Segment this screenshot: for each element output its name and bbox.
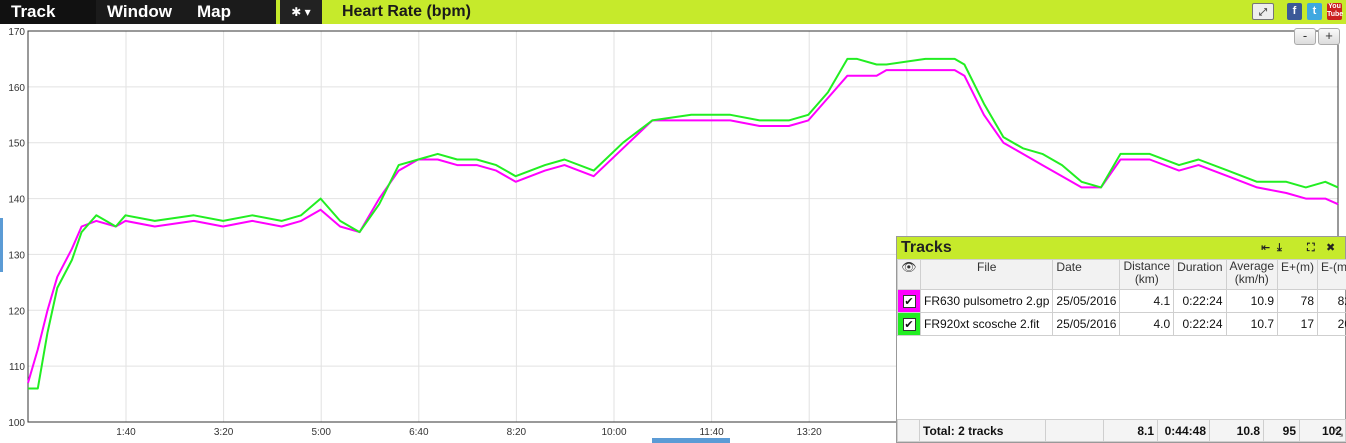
chart-title: Heart Rate (bpm) [342,3,471,20]
track-color-swatch[interactable]: ✔ [897,289,921,313]
top-toolbar: Track Window Map ✱ ▾ Heart Rate (bpm) ⤢ … [0,0,1346,24]
y-tick-label: 140 [8,195,25,206]
track-file: FR920xt scosche 2.fit [919,312,1054,336]
collapse-left-icon[interactable]: ⇤ [1261,240,1270,256]
track-eminus: 20 [1317,312,1346,336]
track-date: 25/05/2016 [1052,312,1121,336]
total-distance: 8.1 [1103,419,1158,442]
y-tick-label: 110 [9,362,25,373]
tracks-table: 👁 File Date Distance (km) Duration Avera… [897,259,1346,336]
tab-track[interactable]: Track [0,0,96,24]
track-eplus: 17 [1277,312,1318,336]
download-icon[interactable]: ⤓ [1277,240,1282,256]
tracks-total-row: Total: 2 tracks 8.1 0:44:48 10.8 95 102 [897,419,1346,442]
maximize-icon[interactable]: ⛶ [1307,240,1315,256]
x-tick-label: 11:40 [699,427,724,438]
x-tick-label: 1:40 [116,427,136,438]
youtube-icon[interactable]: You Tube [1327,3,1343,20]
column-header-duration[interactable]: Duration [1173,259,1227,290]
y-tick-label: 100 [8,418,25,429]
zoom-out-button[interactable]: - [1294,28,1316,45]
column-header-eplus[interactable]: E+(m) [1277,259,1318,290]
y-tick-label: 170 [8,27,25,38]
track-distance: 4.0 [1119,312,1175,336]
eye-icon: 👁 [901,260,917,275]
expand-icon[interactable]: ⤢ [1252,3,1274,20]
tracks-panel: Tracks ⇤ ⤓ ⛶ ✖ 👁 File Date Distance (km)… [896,236,1346,443]
column-header-average[interactable]: Average (km/h) [1225,259,1279,290]
visibility-header[interactable]: 👁 [897,259,921,290]
total-label: Total: 2 tracks [919,419,1046,442]
track-eplus: 78 [1277,289,1318,313]
column-header-eminus[interactable]: E-(m) [1317,259,1346,290]
x-tick-label: 8:20 [507,427,527,438]
horizontal-scroll-thumb[interactable] [652,438,730,443]
y-tick-label: 130 [8,250,25,261]
gear-menu-button[interactable]: ✱ ▾ [280,0,322,24]
column-header-distance[interactable]: Distance (km) [1119,259,1175,290]
table-header-row: 👁 File Date Distance (km) Duration Avera… [897,259,1346,290]
y-tick-label: 150 [8,139,25,150]
nav-tabs: Track Window Map [0,0,276,24]
tracks-header: Tracks ⇤ ⤓ ⛶ ✖ [897,237,1345,259]
x-tick-label: 10:00 [601,427,626,438]
x-tick-label: 6:40 [409,427,429,438]
table-row[interactable]: ✔ FR630 pulsometro 2.gp 25/05/2016 4.1 0… [897,289,1346,313]
tab-map[interactable]: Map [186,0,276,24]
y-tick-label: 160 [8,83,25,94]
close-icon[interactable]: ✖ [1326,240,1335,256]
x-tick-label: 5:00 [311,427,331,438]
track-distance: 4.1 [1119,289,1175,313]
resize-handle-icon[interactable]: ⤡ [1334,427,1343,440]
track-eminus: 82 [1317,289,1346,313]
table-row[interactable]: ✔ FR920xt scosche 2.fit 25/05/2016 4.0 0… [897,312,1346,336]
twitter-icon[interactable]: t [1307,3,1322,20]
track-file: FR630 pulsometro 2.gp [919,289,1054,313]
track-color-swatch[interactable]: ✔ [897,312,921,336]
zoom-in-button[interactable]: + [1318,28,1340,45]
track-duration: 0:22:24 [1173,289,1227,313]
tracks-title: Tracks [901,239,952,256]
column-header-file[interactable]: File [919,259,1054,290]
scroll-indicator-left [0,218,3,272]
track-average: 10.9 [1225,289,1279,313]
column-header-date[interactable]: Date [1052,259,1121,290]
total-duration: 0:44:48 [1157,419,1210,442]
track-date: 25/05/2016 [1052,289,1121,313]
track-duration: 0:22:24 [1173,312,1227,336]
x-tick-label: 13:20 [797,427,822,438]
track-average: 10.7 [1225,312,1279,336]
total-average: 10.8 [1209,419,1264,442]
x-tick-label: 3:20 [214,427,234,438]
facebook-icon[interactable]: f [1287,3,1302,20]
track-checkbox[interactable]: ✔ [902,317,916,331]
total-eplus: 95 [1263,419,1300,442]
tab-window[interactable]: Window [96,0,186,24]
track-checkbox[interactable]: ✔ [902,294,916,308]
y-tick-label: 120 [8,306,25,317]
